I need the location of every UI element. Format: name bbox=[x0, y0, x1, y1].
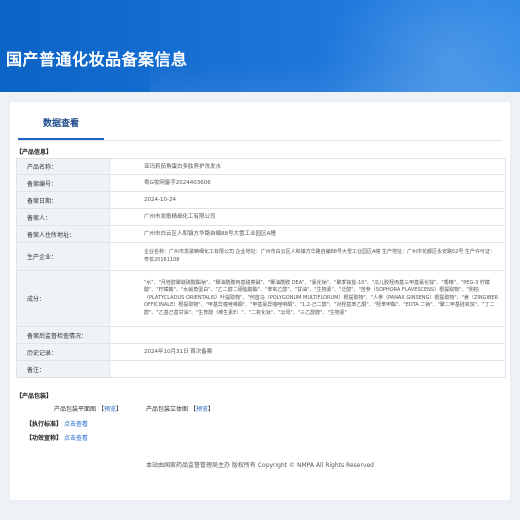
row-label: 备案人住所地址： bbox=[16, 225, 110, 243]
table-row: 备注： bbox=[16, 360, 506, 378]
page-footer: 本站由国家药品监督管理局主办 版权所有 Copyright © NMPA All… bbox=[146, 462, 374, 469]
standard-section-title: 【执行标准】 bbox=[26, 421, 63, 428]
standard-view-link[interactable]: 点击查看 bbox=[64, 421, 88, 428]
header-decoration-band bbox=[150, 60, 520, 92]
solid-image-row: 产品包装立体图 【预览】 bbox=[146, 404, 214, 413]
row-label: 成分： bbox=[16, 270, 110, 327]
table-row: 历史记录： 2024年10月31日 首次备案 bbox=[16, 343, 506, 361]
registrant-value: 广州市发歌精细化工有限公司 bbox=[109, 208, 506, 226]
history-value: 2024年10月31日 首次备案 bbox=[109, 343, 506, 361]
row-label: 生产企业： bbox=[16, 242, 110, 271]
flat-image-label: 产品包装平面图 bbox=[54, 406, 97, 413]
row-label: 备案后监督检查情况： bbox=[16, 326, 110, 344]
page-title: 国产普通化妆品备案信息 bbox=[6, 50, 188, 69]
remarks-value bbox=[109, 360, 506, 378]
inspection-value bbox=[109, 326, 506, 344]
table-row: 备案编号： 粤G妆网备字2024403606 bbox=[16, 174, 506, 192]
table-row: 生产企业： 企业名称：广州市发歌精细化工有限公司 企业地址：广州市白云区人和镇方… bbox=[16, 242, 506, 271]
row-label: 历史记录： bbox=[16, 343, 110, 361]
product-name-value: 亚玛莉茄角蛋白多肽养护洗发水 bbox=[109, 158, 506, 175]
flat-image-preview-link[interactable]: 预览 bbox=[104, 406, 116, 413]
solid-image-preview-link[interactable]: 预览 bbox=[196, 406, 208, 413]
table-row: 备案后监督检查情况： bbox=[16, 326, 506, 344]
claims-section-title: 【功效宣称】 bbox=[26, 435, 63, 442]
row-label: 备案编号： bbox=[16, 174, 110, 192]
row-label: 备注： bbox=[16, 360, 110, 378]
manufacturer-value: 企业名称：广州市发歌精细化工有限公司 企业地址：广州市白云区人和镇方华路自编88… bbox=[109, 242, 506, 271]
tab-divider bbox=[18, 140, 502, 141]
page-header: 国产普通化妆品备案信息 bbox=[0, 0, 520, 92]
table-row: 备案日期： 2024-10-24 bbox=[16, 191, 506, 209]
table-row: 成分： "水"、"月桂醇聚醚硫酸酯钠"、"椰油酰胺丙基甜菜碱"、"椰油酰胺 DE… bbox=[16, 270, 506, 327]
row-label: 产品名称： bbox=[16, 158, 110, 175]
table-row: 产品名称： 亚玛莉茄角蛋白多肽养护洗发水 bbox=[16, 158, 506, 175]
product-info-section-title: 【产品信息】 bbox=[16, 149, 53, 156]
table-row: 备案人住所地址： 广州市白云区人和镇方华路自编88号大雪工业园区A幢 bbox=[16, 225, 506, 243]
solid-image-label: 产品包装立体图 bbox=[146, 406, 189, 413]
solid-image-close: 】 bbox=[207, 406, 214, 413]
row-label: 备案人： bbox=[16, 208, 110, 226]
packaging-section-title: 【产品包装】 bbox=[16, 393, 53, 400]
product-info-table: 产品名称： 亚玛莉茄角蛋白多肽养护洗发水 备案编号： 粤G妆网备字2024403… bbox=[16, 158, 506, 378]
registrant-address-value: 广州市白云区人和镇方华路自编88号大雪工业园区A幢 bbox=[109, 225, 506, 243]
ingredients-value: "水"、"月桂醇聚醚硫酸酯钠"、"椰油酰胺丙基甜菜碱"、"椰油酰胺 DEA"、"… bbox=[109, 270, 506, 327]
record-number-value: 粤G妆网备字2024403606 bbox=[109, 174, 506, 192]
table-row: 备案人： 广州市发歌精细化工有限公司 bbox=[16, 208, 506, 226]
record-date-value: 2024-10-24 bbox=[109, 191, 506, 209]
flat-image-row: 产品包装平面图 【预览】 bbox=[54, 404, 122, 413]
claims-row: 【功效宣称】 点击查看 bbox=[26, 433, 88, 442]
row-label: 备案日期： bbox=[16, 191, 110, 209]
content-card: 数据查看 【产品信息】 产品名称： 亚玛莉茄角蛋白多肽养护洗发水 备案编号： 粤… bbox=[10, 102, 510, 500]
flat-image-close: 】 bbox=[115, 406, 122, 413]
claims-view-link[interactable]: 点击查看 bbox=[64, 435, 88, 442]
tab-data-view[interactable]: 数据查看 bbox=[18, 114, 104, 140]
standard-row: 【执行标准】 点击查看 bbox=[26, 419, 88, 428]
